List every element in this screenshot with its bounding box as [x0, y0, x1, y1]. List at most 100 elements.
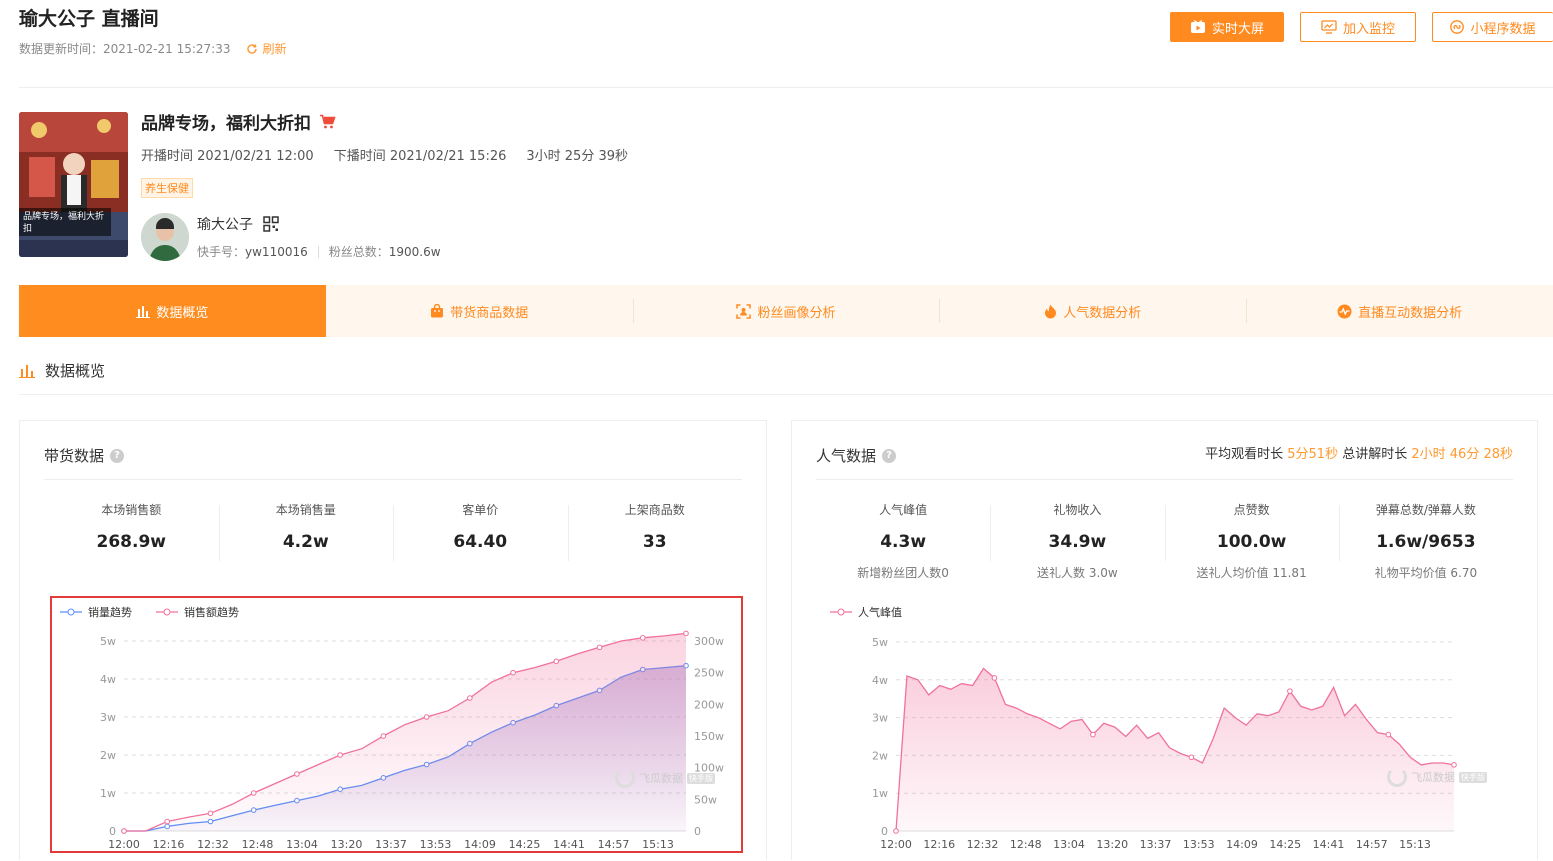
- start-time-label: 开播时间: [141, 149, 194, 164]
- stat-value: 268.9w: [96, 532, 166, 552]
- refresh-button[interactable]: 刷新: [246, 40, 286, 57]
- avg-watch-value: 5分51秒: [1287, 447, 1339, 462]
- x-tick-label: 12:16: [923, 838, 955, 851]
- legend-label: 人气峰值: [858, 605, 902, 619]
- x-tick-label: 12:48: [1010, 838, 1042, 851]
- data-point: [639, 635, 646, 641]
- anchor-name-row: 瑜大公子: [197, 214, 279, 234]
- x-tick-label: 14:09: [1226, 838, 1258, 851]
- y-tick-label: 4w: [100, 673, 116, 686]
- anchor-avatar[interactable]: [141, 213, 189, 261]
- end-time-value: 2021/02/21 15:26: [389, 149, 507, 164]
- stat-label: 本场销售额: [101, 503, 162, 517]
- x-tick-label: 14:25: [509, 838, 541, 851]
- anchor-meta-row: 快手号： yw110016 粉丝总数： 1900.6w: [197, 243, 441, 260]
- header-divider: [19, 87, 1553, 88]
- x-tick-label: 14:09: [464, 838, 496, 851]
- legend-swatch-point: [837, 608, 845, 616]
- y-right-tick-label: 0: [694, 825, 701, 838]
- x-tick-label: 12:32: [967, 838, 999, 851]
- tab-interaction-analysis[interactable]: 直播互动数据分析: [1246, 285, 1553, 337]
- y-tick-label: 0: [881, 825, 888, 838]
- stat-value: 4.3w: [880, 532, 927, 552]
- popularity-data-card: 人气数据 ? 平均观看时长 5分51秒 总讲解时长 2小时 46分 28秒 人气…: [791, 420, 1538, 860]
- legend-swatch-point: [67, 608, 75, 616]
- stat-label: 礼物收入: [1053, 503, 1102, 517]
- popularity-trend-svg[interactable]: 0 1w 2w 3w 4w 5w 12:00 12:16 12:32 12:48 13:04 13:2…: [792, 599, 1537, 861]
- tab-label: 带货商品数据: [450, 305, 529, 321]
- stat-label: 弹幕总数/弹幕人数: [1375, 503, 1476, 517]
- x-tick-label: 13:04: [286, 838, 318, 851]
- mini-program-button[interactable]: 小程序数据: [1432, 12, 1553, 42]
- data-point: [683, 630, 689, 637]
- watermark-badge: 快手版: [687, 772, 715, 784]
- help-icon[interactable]: ?: [882, 448, 897, 463]
- x-tick-label: 14:41: [553, 838, 585, 851]
- section-header: 数据概览: [19, 360, 105, 381]
- y-tick-label: 3w: [872, 712, 888, 725]
- x-tick-label: 12:00: [108, 838, 140, 851]
- monitor-icon: [1321, 20, 1337, 34]
- qr-code-icon[interactable]: [263, 216, 279, 232]
- add-monitor-button[interactable]: 加入监控: [1300, 12, 1416, 42]
- help-icon[interactable]: ?: [110, 448, 125, 463]
- stat-sub: 礼物平均价值 6.70: [1374, 566, 1478, 580]
- stat-gift-income: 礼物收入 34.9w 送礼人数 3.0w: [990, 501, 1164, 581]
- stat-value: 64.40: [453, 532, 508, 552]
- stat-sales-volume: 本场销售量 4.2w: [218, 501, 394, 561]
- sales-stats: 本场销售额 268.9w 本场销售量 4.2w 客单价 64.40 上架商品数 …: [44, 501, 742, 561]
- cover-caption: 品牌专场，福利大折扣: [23, 212, 105, 234]
- tab-label: 直播互动数据分析: [1358, 305, 1463, 321]
- tab-goods-data[interactable]: 带货商品数据: [326, 285, 633, 337]
- stat-value: 100.0w: [1216, 532, 1287, 552]
- pulse-icon: [1337, 304, 1352, 318]
- update-time-label: 数据更新时间：: [19, 42, 104, 56]
- tab-popularity-analysis[interactable]: 人气数据分析: [939, 285, 1246, 337]
- data-point: [380, 733, 387, 739]
- x-tick-label: 12:48: [242, 838, 274, 851]
- card-divider: [44, 479, 742, 480]
- watermark-logo-icon: [1387, 767, 1407, 787]
- stat-label: 上架商品数: [624, 503, 685, 517]
- stat-unit-price: 客单价 64.40: [393, 501, 568, 561]
- x-tick-label: 13:20: [331, 838, 363, 851]
- y-tick-label: 5w: [872, 636, 888, 649]
- stat-label: 本场销售量: [275, 503, 336, 517]
- tab-label: 人气数据分析: [1063, 305, 1142, 321]
- live-times-row: 开播时间 2021/02/21 12:00 下播时间 2021/02/21 15…: [141, 145, 628, 164]
- realtime-screen-button[interactable]: 实时大屏: [1170, 12, 1284, 42]
- data-point: [423, 714, 430, 720]
- data-point: [1385, 731, 1392, 738]
- flame-icon: [1045, 304, 1057, 318]
- x-tick-label: 14:57: [1356, 838, 1388, 851]
- update-time-value: 2021-02-21 15:27:33: [103, 41, 231, 56]
- y-right-tick-label: 50w: [694, 793, 717, 806]
- live-duration: 3小时 25分 39秒: [526, 149, 628, 164]
- live-cover-image[interactable]: 品牌专场，福利大折扣: [19, 112, 128, 257]
- x-tick-label: 12:32: [197, 838, 229, 851]
- card-divider: [816, 479, 1513, 480]
- y-right-tick-label: 200w: [694, 698, 724, 711]
- data-point: [510, 669, 516, 676]
- watermark-text: 飞瓜数据: [1411, 771, 1455, 784]
- y-right-tick-label: 250w: [694, 667, 724, 680]
- tab-data-overview[interactable]: 数据概览: [19, 285, 326, 337]
- x-tick-label: 13:53: [420, 838, 452, 851]
- bar-chart-icon: [19, 364, 35, 378]
- realtime-screen-label: 实时大屏: [1211, 21, 1264, 37]
- data-point: [250, 790, 257, 796]
- start-time: 开播时间 2021/02/21 12:00: [141, 145, 314, 164]
- explain-value: 2小时 46分 28秒: [1411, 447, 1513, 462]
- data-point: [1188, 754, 1195, 761]
- shopping-cart-icon: [320, 114, 336, 129]
- watermark-logo-icon: [615, 768, 635, 788]
- watermark-text: 飞瓜数据: [639, 772, 683, 785]
- anchor-id-label: 快手号：: [197, 245, 246, 259]
- tab-fans-portrait[interactable]: 粉丝画像分析: [632, 285, 940, 337]
- data-point: [596, 644, 603, 651]
- explain-label: 总讲解时长: [1342, 447, 1408, 462]
- stat-label: 人气峰值: [879, 503, 928, 517]
- sales-trend-chart[interactable]: 0 1w 2w 3w 4w 5w 0 50w 100w 150w 200w 250w 300w 12:00…: [50, 596, 743, 853]
- x-tick-label: 13:04: [1053, 838, 1085, 851]
- stat-value: 33: [642, 532, 667, 552]
